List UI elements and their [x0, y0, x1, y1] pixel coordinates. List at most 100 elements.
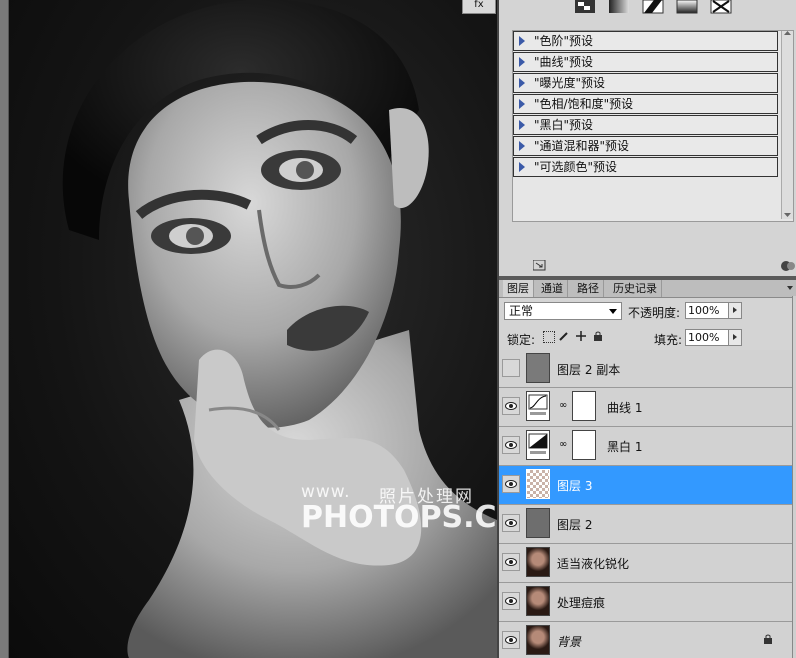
lock-all-icon[interactable] — [593, 331, 603, 341]
layer-row[interactable]: ∞ 曲线 1 — [499, 388, 792, 427]
opacity-label: 不透明度: — [628, 306, 681, 320]
layer-row[interactable]: ∞ 黑白 1 — [499, 427, 792, 466]
preset-label: "色相/饱和度"预设 — [534, 97, 634, 111]
expand-triangle-icon — [519, 57, 525, 67]
right-panels: "色阶"预设 "曲线"预设 "曝光度"预设 "色相/饱和度"预设 "黑白"预设 … — [497, 0, 796, 658]
preset-exposure[interactable]: "曝光度"预设 — [513, 73, 778, 93]
blend-opacity-row: 正常 不透明度: 100% — [499, 299, 796, 323]
preset-selective-color[interactable]: "可选颜色"预设 — [513, 157, 778, 177]
photo-thumbnail — [526, 547, 550, 577]
curves-adjustment-icon — [526, 391, 550, 421]
photo-thumbnail — [526, 586, 550, 616]
document-canvas-area: www. 照片处理网 PHOTOPS.COM fx — [0, 0, 497, 658]
posterize-icon[interactable] — [676, 0, 698, 14]
fill-label: 填充: — [654, 333, 683, 347]
panel-menu-icon[interactable] — [781, 259, 795, 273]
expand-triangle-icon — [519, 141, 525, 151]
gradient-map-icon[interactable] — [574, 0, 596, 14]
layer-name: 曲线 1 — [607, 401, 643, 415]
lock-pixels-brush-icon[interactable] — [559, 331, 569, 341]
layer-name: 背景 — [557, 635, 582, 649]
lock-transparency-icon[interactable] — [543, 331, 555, 343]
tabs-menu-icon[interactable] — [787, 286, 793, 290]
eye-icon[interactable] — [502, 397, 520, 415]
preset-hue-saturation[interactable]: "色相/饱和度"预设 — [513, 94, 778, 114]
layer-mask-thumbnail[interactable] — [572, 430, 596, 460]
layer-thumbnail — [526, 353, 550, 383]
expand-triangle-icon — [519, 78, 525, 88]
layer-name: 图层 3 — [557, 479, 593, 493]
presets-scrollbar[interactable] — [781, 31, 793, 219]
eye-icon[interactable] — [502, 475, 520, 493]
layer-name: 处理痘痕 — [557, 596, 606, 610]
link-chain-icon[interactable]: ∞ — [559, 439, 567, 450]
layer-thumbnail — [526, 508, 550, 538]
preset-channel-mixer[interactable]: "通道混和器"预设 — [513, 136, 778, 156]
fx-button[interactable]: fx — [462, 0, 496, 14]
tab-paths[interactable]: 路径 — [573, 280, 604, 297]
adjustment-icons-row — [499, 0, 796, 22]
expand-triangle-icon — [519, 99, 525, 109]
preset-levels[interactable]: "色阶"预设 — [513, 31, 778, 51]
preset-label: "可选颜色"预设 — [534, 160, 618, 174]
preset-label: "黑白"预设 — [534, 118, 594, 132]
layers-list: 图层 2 副本 ∞ 曲线 1 ∞ 黑白 1 图层 3 图层 2 适当液化锐化 处… — [499, 350, 792, 658]
opacity-slider-button[interactable] — [728, 302, 742, 319]
threshold-icon[interactable] — [642, 0, 664, 14]
black-white-adjustment-icon — [526, 430, 550, 460]
chevron-down-icon — [609, 309, 617, 314]
layer-name: 图层 2 — [557, 518, 593, 532]
selective-color-icon[interactable] — [710, 0, 732, 14]
lock-position-move-icon[interactable] — [576, 331, 586, 341]
visibility-toggle-off[interactable] — [502, 359, 520, 377]
lock-fill-row: 锁定: 填充: 100% — [499, 326, 796, 348]
layers-scrollbar[interactable] — [792, 296, 796, 658]
opacity-input[interactable]: 100% — [685, 302, 729, 319]
expand-triangle-icon — [519, 36, 525, 46]
layer-name: 图层 2 副本 — [557, 363, 621, 377]
transparent-layer-thumbnail — [526, 469, 550, 499]
blend-mode-value: 正常 — [509, 304, 534, 318]
fill-slider-button[interactable] — [728, 329, 742, 346]
layer-mask-thumbnail[interactable] — [572, 391, 596, 421]
tab-layers[interactable]: 图层 — [503, 280, 534, 297]
expand-triangle-icon — [519, 120, 525, 130]
preset-label: "色阶"预设 — [534, 34, 594, 48]
link-chain-icon[interactable]: ∞ — [559, 400, 567, 411]
eye-icon[interactable] — [502, 436, 520, 454]
watermark-www: www. — [301, 482, 351, 502]
layer-row[interactable]: 适当液化锐化 — [499, 544, 792, 583]
eye-icon[interactable] — [502, 514, 520, 532]
blend-mode-select[interactable]: 正常 — [504, 302, 622, 320]
lock-label: 锁定: — [507, 333, 536, 347]
eye-icon[interactable] — [502, 592, 520, 610]
preset-curves[interactable]: "曲线"预设 — [513, 52, 778, 72]
tab-history[interactable]: 历史记录 — [609, 280, 662, 297]
layer-row[interactable]: 图层 2 — [499, 505, 792, 544]
fill-input[interactable]: 100% — [685, 329, 729, 346]
preset-label: "通道混和器"预设 — [534, 139, 630, 153]
expand-triangle-icon — [519, 162, 525, 172]
lock-icon — [763, 634, 773, 647]
layers-panel-tabs: 图层 通道 路径 历史记录 — [499, 280, 796, 298]
watermark-domain: PHOTOPS.COM — [301, 500, 497, 535]
layer-row[interactable]: 图层 2 副本 — [499, 350, 792, 388]
preset-label: "曲线"预设 — [534, 55, 594, 69]
canvas-ruler-edge — [0, 0, 9, 658]
tab-channels[interactable]: 通道 — [537, 280, 568, 297]
adjustments-footer — [499, 256, 796, 276]
layer-name: 适当液化锐化 — [557, 557, 630, 571]
gradient-icon[interactable] — [608, 0, 630, 14]
adjustment-presets-list: "色阶"预设 "曲线"预设 "曝光度"预设 "色相/饱和度"预设 "黑白"预设 … — [512, 30, 794, 222]
layer-row[interactable]: 处理痘痕 — [499, 583, 792, 622]
layer-name: 黑白 1 — [607, 440, 643, 454]
preset-black-white[interactable]: "黑白"预设 — [513, 115, 778, 135]
eye-icon[interactable] — [502, 631, 520, 649]
layer-row-selected[interactable]: 图层 3 — [499, 466, 792, 505]
portrait-photo[interactable]: www. 照片处理网 PHOTOPS.COM — [9, 0, 497, 658]
photo-thumbnail — [526, 625, 550, 655]
portrait-illustration — [62, 0, 497, 658]
return-to-list-icon[interactable] — [532, 259, 547, 272]
layer-row-background[interactable]: 背景 — [499, 622, 792, 658]
eye-icon[interactable] — [502, 553, 520, 571]
